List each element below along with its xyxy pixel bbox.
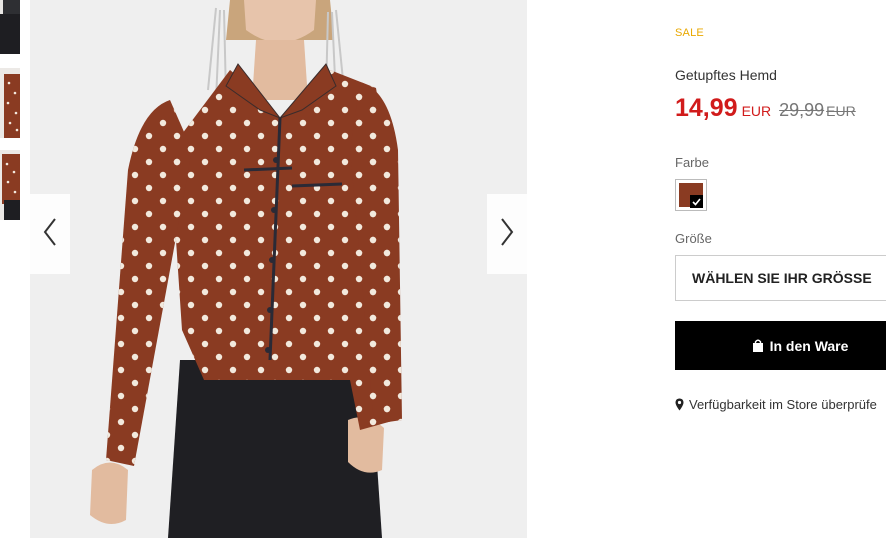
size-select[interactable]: WÄHLEN SIE IHR GRÖSSE [675,255,886,301]
store-availability-label: Verfügbarkeit im Store überprüfe [689,397,877,412]
sale-badge: SALE [675,27,704,39]
current-price: 14,99 [675,94,738,122]
product-info-panel: SALE Getupftes Hemd 14,99 EUR 29,99 EUR Far… [675,0,886,538]
thumbnail-3[interactable] [0,150,20,220]
shopping-bag-icon [752,339,764,352]
size-label: Größe [675,231,712,246]
original-price-currency: EUR [826,103,856,119]
thumbnail-2[interactable] [0,68,20,138]
current-price-currency: EUR [741,103,772,119]
product-main-image [30,0,527,538]
product-name: Getupftes Hemd [675,67,777,83]
add-to-cart-button[interactable]: In den Ware [675,321,886,370]
store-availability-link[interactable]: Verfügbarkeit im Store überprüfe [675,397,877,412]
color-swatch-selected[interactable] [675,179,707,211]
thumbnail-strip [0,0,20,538]
color-label: Farbe [675,155,709,170]
gallery-prev-button[interactable] [30,194,70,274]
gallery-next-button[interactable] [487,194,527,274]
thumbnail-1[interactable] [0,0,20,54]
chevron-left-icon [42,217,58,252]
original-price: 29,99 [779,100,825,120]
chevron-right-icon [499,217,515,252]
location-pin-icon [675,398,684,411]
price-block: 14,99 EUR 29,99 EUR [675,94,856,123]
add-to-cart-label: In den Ware [769,337,849,354]
checkmark-icon [690,195,703,208]
